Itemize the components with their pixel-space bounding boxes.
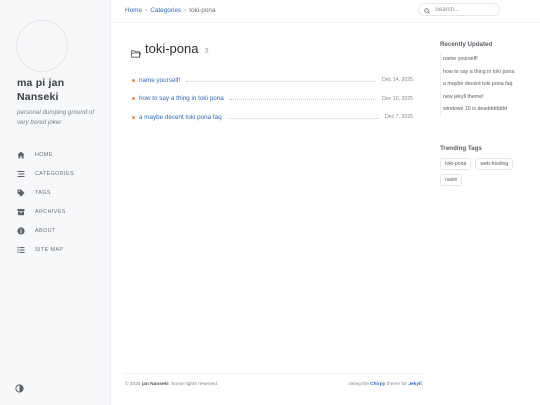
site-subtitle: personal dumping ground of very bored jo… (17, 109, 95, 126)
chirpy-link[interactable]: Chirpy (370, 382, 385, 387)
sidebar-item-categories[interactable]: CATEGORIES (0, 164, 110, 183)
breadcrumb-current: toki-pona (189, 7, 216, 14)
sidebar: ma pi jan Nanseki personal dumping groun… (0, 0, 111, 405)
recent-list: name yourself! how to say a thing in tok… (440, 53, 514, 116)
sidebar-item-label: SITE MAP (35, 246, 64, 253)
bullet-dot (132, 78, 135, 82)
footer-using: Using the (348, 382, 369, 387)
tag-chip[interactable]: nasin (440, 174, 463, 186)
post-date: Dec 14, 2025 (382, 77, 413, 84)
breadcrumb-separator: › (184, 7, 187, 14)
breadcrumb-home-link[interactable]: Home (125, 7, 142, 14)
main-content: toki-pona 3 name yourself! Dec 14, 2025 … (111, 23, 427, 373)
archive-icon (17, 208, 25, 216)
topbar: Home › Categories › toki-pona (111, 0, 540, 23)
breadcrumb-categories-link[interactable]: Categories (150, 7, 181, 14)
list-item: a maybe decent toki pona faq Dec 7, 2025 (132, 108, 413, 127)
footer-copyright: © 2025 jan Nanseki. Some rights reserved… (125, 382, 218, 387)
post-list: name yourself! Dec 14, 2025 how to say a… (132, 71, 413, 127)
search-input[interactable] (433, 5, 497, 14)
recent-post-link[interactable]: a maybe decent toki pona faq (443, 78, 514, 91)
breadcrumb: Home › Categories › toki-pona (125, 7, 216, 14)
dot-leader (229, 99, 377, 101)
tag-chip[interactable]: toki-pona (440, 158, 472, 170)
sidebar-item-about[interactable]: ABOUT (0, 221, 110, 240)
home-icon (17, 151, 25, 159)
footer-author[interactable]: jan Nanseki (142, 382, 169, 387)
dot-leader (227, 117, 380, 119)
sidebar-item-label: HOME (35, 151, 53, 158)
recently-updated-heading: Recently Updated (440, 41, 493, 48)
sidebar-nav: HOME CATEGORIES TAGS ARCHIVES ABOUT SITE… (0, 145, 110, 259)
site-title[interactable]: ma pi jan Nanseki (17, 76, 105, 104)
post-link[interactable]: a maybe decent toki pona faq (139, 114, 222, 121)
post-link[interactable]: name yourself! (139, 77, 180, 84)
folder-open-icon (131, 45, 142, 58)
jekyll-link[interactable]: Jekyll (408, 382, 421, 387)
recent-post-link[interactable]: new jekyll theme! (443, 91, 514, 104)
footer-theme-for: theme for (386, 382, 407, 387)
copyright-year: © 2025 (125, 382, 141, 387)
tag-list: toki-pona web-hosting nasin (440, 158, 535, 186)
recently-updated: Recently Updated name yourself! how to s… (440, 41, 514, 116)
category-heading: toki-pona 3 (131, 41, 209, 58)
bullet-dot (132, 115, 135, 119)
category-title: toki-pona (145, 41, 199, 56)
sidebar-item-home[interactable]: HOME (0, 145, 110, 164)
avatar[interactable] (16, 20, 68, 72)
post-count: 3 (204, 46, 209, 55)
recent-post-link[interactable]: name yourself! (443, 53, 514, 66)
list-item: name yourself! Dec 14, 2025 (132, 71, 413, 90)
recent-post-link[interactable]: how to say a thing in toki pona (443, 66, 514, 79)
theme-toggle-button[interactable] (15, 380, 24, 393)
list-item: how to say a thing in toki pona Dec 10, … (132, 90, 413, 109)
bullet-dot (132, 97, 135, 101)
tag-icon (17, 189, 25, 197)
list-icon (17, 246, 25, 254)
sidebar-item-tags[interactable]: TAGS (0, 183, 110, 202)
info-icon (17, 226, 25, 235)
dot-leader (186, 80, 377, 82)
trending-tags-heading: Trending Tags (440, 145, 482, 152)
sidebar-item-sitemap[interactable]: SITE MAP (0, 240, 110, 259)
contrast-icon (15, 380, 24, 397)
sidebar-item-label: TAGS (35, 189, 51, 196)
search-icon (424, 1, 430, 19)
post-link[interactable]: how to say a thing in toki pona (139, 95, 224, 102)
stream-icon (17, 170, 25, 178)
footer-end: . (421, 382, 423, 387)
tag-chip[interactable]: web-hosting (475, 158, 514, 170)
post-date: Dec 7, 2025 (385, 114, 413, 121)
recent-post-link[interactable]: windows 10 is deaddddddd (443, 103, 514, 116)
breadcrumb-separator: › (145, 7, 148, 14)
footer-credits: Using the Chirpy theme for Jekyll. (349, 382, 423, 387)
sidebar-item-archives[interactable]: ARCHIVES (0, 202, 110, 221)
sidebar-item-label: CATEGORIES (35, 170, 74, 177)
trending-tags: Trending Tags toki-pona web-hosting nasi… (440, 145, 535, 186)
search-box[interactable] (418, 3, 500, 16)
sidebar-item-label: ARCHIVES (35, 208, 66, 215)
sidebar-item-label: ABOUT (35, 227, 56, 234)
right-panel: Recently Updated name yourself! how to s… (431, 23, 540, 223)
footer: © 2025 jan Nanseki. Some rights reserved… (123, 373, 423, 396)
footer-rights: . Some rights reserved. (168, 382, 219, 387)
post-date: Dec 10, 2025 (382, 95, 413, 102)
